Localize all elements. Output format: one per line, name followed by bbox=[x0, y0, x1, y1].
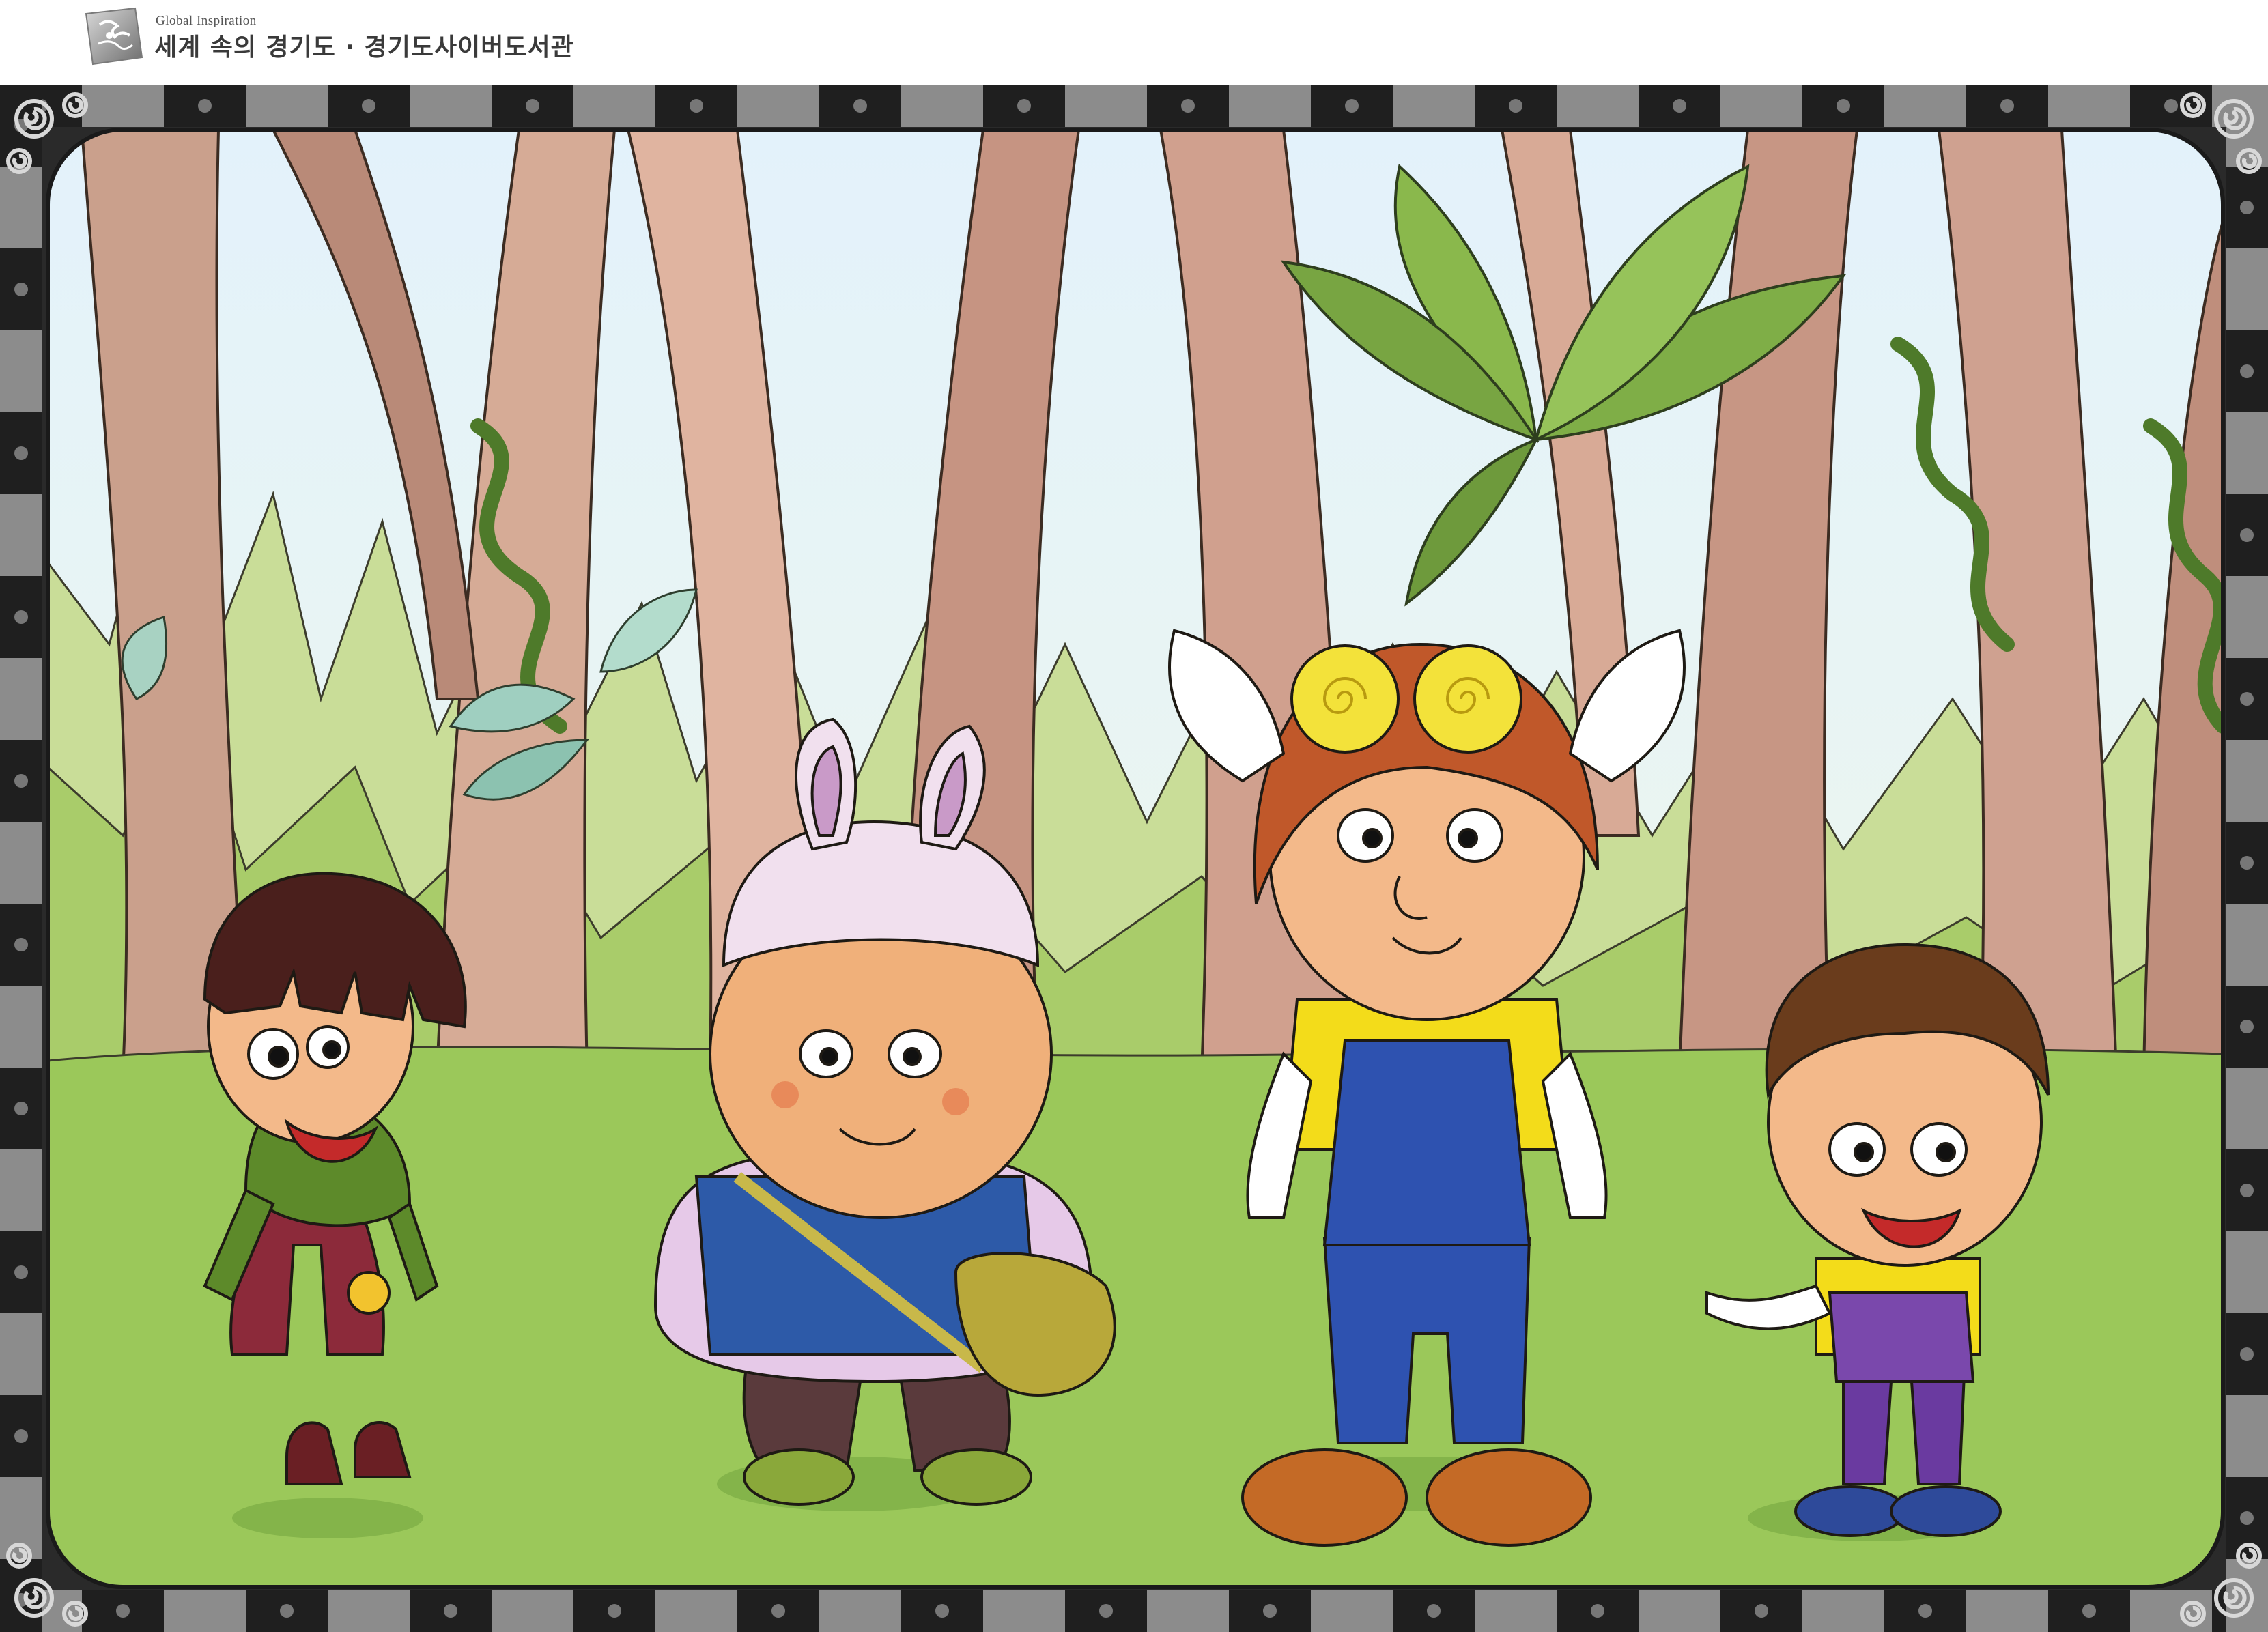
border-tile bbox=[2226, 576, 2268, 658]
border-dot-icon bbox=[2240, 856, 2254, 870]
border-tile bbox=[2226, 1395, 2268, 1477]
site-title[interactable]: 세계 속의 경기도 · 경기도사이버도서관 bbox=[154, 27, 574, 63]
border-dot-icon bbox=[14, 1265, 28, 1279]
border-tile bbox=[1802, 1590, 1884, 1632]
border-dot-icon bbox=[444, 1604, 457, 1618]
border-tile bbox=[0, 1313, 42, 1395]
forest-illustration bbox=[0, 85, 2268, 1632]
border-tile bbox=[0, 494, 42, 576]
border-tile bbox=[0, 986, 42, 1068]
border-dot-icon bbox=[362, 99, 375, 113]
border-dot-icon bbox=[1591, 1604, 1604, 1618]
border-dot-icon bbox=[2240, 1020, 2254, 1033]
border-tile bbox=[2226, 85, 2268, 167]
border-dot-icon bbox=[2240, 1511, 2254, 1525]
border-tile bbox=[0, 822, 42, 904]
border-tile bbox=[819, 1590, 901, 1632]
border-tile bbox=[2226, 740, 2268, 822]
border-dot-icon bbox=[1837, 99, 1850, 113]
border-dot-icon bbox=[14, 610, 28, 624]
border-tile bbox=[164, 1590, 246, 1632]
border-tile bbox=[2226, 248, 2268, 330]
border-tile bbox=[2226, 904, 2268, 986]
border-tile bbox=[0, 167, 42, 248]
border-tile bbox=[655, 1590, 737, 1632]
border-dot-icon bbox=[1918, 1604, 1932, 1618]
border-dot-icon bbox=[1099, 1604, 1113, 1618]
border-dot-icon bbox=[198, 99, 212, 113]
border-tile bbox=[2226, 1068, 2268, 1149]
border-tile bbox=[0, 330, 42, 412]
border-dot-icon bbox=[14, 774, 28, 788]
tagline: Global Inspiration bbox=[156, 14, 257, 28]
border-tile bbox=[737, 85, 819, 127]
border-tile bbox=[983, 1590, 1065, 1632]
border-dot-icon bbox=[2240, 201, 2254, 214]
border-tile bbox=[1475, 1590, 1557, 1632]
border-tile bbox=[1966, 1590, 2048, 1632]
border-dot-icon bbox=[1263, 1604, 1277, 1618]
border-dot-icon bbox=[280, 1604, 294, 1618]
border-tile bbox=[410, 85, 492, 127]
border-dot-icon bbox=[935, 1604, 949, 1618]
border-tile bbox=[2226, 412, 2268, 494]
border-dot-icon bbox=[2240, 1347, 2254, 1361]
border-tile bbox=[246, 85, 328, 127]
border-dot-icon bbox=[116, 1604, 130, 1618]
border-dot-icon bbox=[771, 1604, 785, 1618]
border-dot-icon bbox=[1345, 99, 1359, 113]
border-tile bbox=[1393, 85, 1475, 127]
border-tile bbox=[492, 1590, 573, 1632]
border-dot-icon bbox=[1427, 1604, 1441, 1618]
border-dot-icon bbox=[1673, 99, 1686, 113]
border-dot-icon bbox=[14, 283, 28, 296]
border-tile bbox=[1229, 85, 1311, 127]
border-tile bbox=[1884, 85, 1966, 127]
border-dot-icon bbox=[1017, 99, 1031, 113]
site-header: Global Inspiration 세계 속의 경기도 · 경기도사이버도서관 bbox=[0, 0, 2268, 83]
border-dot-icon bbox=[14, 446, 28, 460]
border-dot-icon bbox=[14, 938, 28, 951]
border-tile bbox=[0, 1149, 42, 1231]
border-dot-icon bbox=[853, 99, 867, 113]
border-dot-icon bbox=[2240, 528, 2254, 542]
border-dot-icon bbox=[1509, 99, 1522, 113]
border-tile bbox=[1311, 1590, 1393, 1632]
border-dot-icon bbox=[2000, 99, 2014, 113]
border-dot-icon bbox=[2240, 364, 2254, 378]
border-dot-icon bbox=[14, 1429, 28, 1443]
border-tile bbox=[328, 1590, 410, 1632]
border-dot-icon bbox=[690, 99, 703, 113]
border-tile bbox=[2048, 85, 2130, 127]
border-tile bbox=[2226, 1231, 2268, 1313]
border-tile bbox=[1147, 1590, 1229, 1632]
border-dot-icon bbox=[2240, 692, 2254, 706]
border-dot-icon bbox=[1755, 1604, 1768, 1618]
border-tile bbox=[573, 85, 655, 127]
border-tile bbox=[1720, 85, 1802, 127]
border-tile bbox=[2226, 1559, 2268, 1632]
border-tile bbox=[0, 658, 42, 740]
border-dot-icon bbox=[14, 1102, 28, 1115]
border-dot-icon bbox=[2164, 99, 2178, 113]
border-dot-icon bbox=[526, 99, 539, 113]
border-dot-icon bbox=[1181, 99, 1195, 113]
border-dot-icon bbox=[2082, 1604, 2096, 1618]
border-tile bbox=[82, 85, 164, 127]
border-dot-icon bbox=[2240, 1184, 2254, 1197]
border-tile bbox=[1065, 85, 1147, 127]
border-tile bbox=[1557, 85, 1639, 127]
border-tile bbox=[1639, 1590, 1720, 1632]
border-tile bbox=[901, 85, 983, 127]
swirl-emblem-icon bbox=[85, 7, 143, 66]
border-dot-icon bbox=[608, 1604, 621, 1618]
